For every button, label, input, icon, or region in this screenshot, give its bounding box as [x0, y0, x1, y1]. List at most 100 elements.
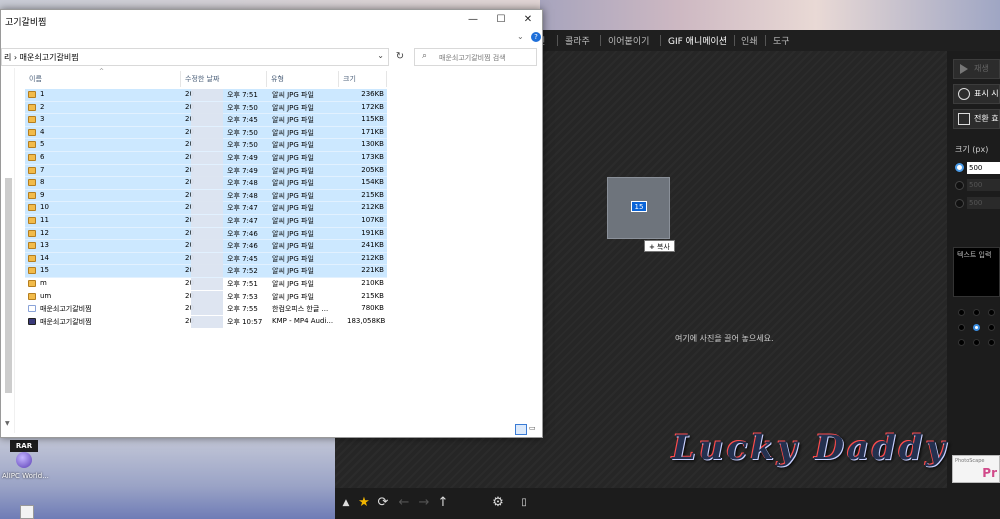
image-file-icon — [28, 91, 36, 98]
file-row[interactable]: 10 20 오후 7:47 알씨 JPG 파일 212KB — [25, 202, 387, 215]
file-row[interactable]: 15 20 오후 7:52 알씨 JPG 파일 221KB — [25, 265, 387, 278]
size-radio-1[interactable] — [955, 163, 964, 172]
file-type: 알씨 JPG 파일 — [272, 279, 314, 288]
search-input[interactable]: ⌕ 매운쇠고기갈비찜 검색 — [414, 48, 537, 66]
file-list: 1 20 오후 7:51 알씨 JPG 파일 236KB 2 20 오후 7:50 알씨 JPG… — [25, 89, 387, 328]
explorer-titlebar[interactable]: 고기갈비찜 — ☐ ✕ — [1, 10, 542, 31]
file-type: 한컴오피스 한글 ... — [272, 305, 329, 314]
timer-icon — [958, 88, 970, 100]
menu-print[interactable]: 인쇄 — [741, 34, 758, 47]
collapse-up-icon[interactable]: ▲ — [337, 494, 355, 512]
file-time: 오후 7:45 — [227, 254, 258, 263]
large-icons-view-icon[interactable]: ▭ — [529, 424, 540, 435]
ribbon-expand-chevron-icon[interactable]: ⌄ — [517, 32, 524, 41]
file-row[interactable]: 6 20 오후 7:49 알씨 JPG 파일 173KB — [25, 151, 387, 165]
close-icon[interactable]: ✕ — [514, 12, 542, 28]
position-dot-bottom-center[interactable] — [973, 339, 980, 346]
file-size: 210KB — [361, 278, 384, 287]
file-row[interactable]: 매운쇠고기갈비찜 20 오후 10:57 KMP - MP4 Audi... 183,0… — [25, 315, 387, 329]
search-icon: ⌕ — [422, 51, 428, 61]
file-row[interactable]: 12 20 오후 7:46 알씨 JPG 파일 191KB — [25, 227, 387, 241]
photoscape-logo-big: Pr — [982, 466, 997, 480]
file-row[interactable]: 13 20 오후 7:46 알씨 JPG 파일 241KB — [25, 240, 387, 253]
nav-scrollbar-thumb[interactable] — [5, 178, 12, 393]
file-row[interactable]: 8 20 오후 7:48 알씨 JPG 파일 154KB — [25, 177, 387, 190]
redacted-date — [191, 202, 223, 215]
text-input-label: 텍스트 입력 — [957, 251, 992, 259]
position-dot-top-left[interactable] — [958, 309, 965, 316]
text-input-area[interactable]: 텍스트 입력 — [953, 247, 1000, 297]
display-time-button[interactable]: 표시 시 — [953, 84, 1000, 104]
position-dot-center[interactable] — [973, 324, 980, 331]
file-row[interactable]: 1 20 오후 7:51 알씨 JPG 파일 236KB — [25, 89, 387, 102]
column-header-name[interactable]: 이름 — [25, 71, 181, 87]
file-row[interactable]: um 20 오후 7:53 알씨 JPG 파일 215KB — [25, 290, 387, 304]
play-label: 재생 — [974, 64, 989, 73]
photoscape-bottom-toolbar: ▲ ★ ⟳ ← → ↑ ⚙ ▯ — [335, 488, 947, 519]
position-dot-middle-left[interactable] — [958, 324, 965, 331]
rar-label: RAR — [10, 440, 38, 452]
minimize-icon[interactable]: — — [459, 12, 487, 28]
position-dot-top-center[interactable] — [973, 309, 980, 316]
maximize-icon[interactable]: ☐ — [487, 12, 515, 28]
alzip-desktop-icon[interactable]: RAR — [10, 440, 38, 468]
panel-toggle-icon[interactable]: ▯ — [515, 494, 533, 512]
file-row[interactable]: 7 20 오후 7:49 알씨 JPG 파일 205KB — [25, 164, 387, 178]
file-row[interactable]: 4 20 오후 7:50 알씨 JPG 파일 171KB — [25, 126, 387, 140]
column-header-date[interactable]: 수정한 날짜 — [181, 71, 267, 87]
dragged-files-thumbnail: 15 — [607, 177, 670, 239]
position-dot-middle-right[interactable] — [988, 324, 995, 331]
favorite-star-icon[interactable]: ★ — [355, 494, 373, 512]
redacted-date — [191, 252, 223, 265]
file-row[interactable]: 2 20 오후 7:50 알씨 JPG 파일 172KB — [25, 101, 387, 115]
file-time: 오후 7:49 — [227, 166, 258, 175]
column-header-size[interactable]: 크기 — [339, 71, 387, 87]
transition-effect-button[interactable]: 전환 효 — [953, 109, 1000, 129]
position-dot-bottom-left[interactable] — [958, 339, 965, 346]
up-arrow-icon[interactable]: ↑ — [434, 494, 452, 512]
details-view-icon[interactable] — [515, 424, 527, 435]
refresh-icon[interactable]: ⟳ — [374, 494, 392, 512]
file-row[interactable]: 14 20 오후 7:45 알씨 JPG 파일 212KB — [25, 252, 387, 266]
size-radio-3[interactable] — [955, 199, 964, 208]
redacted-date — [191, 290, 223, 303]
address-bar[interactable]: 리 › 매운쇠고기갈비찜 ⌄ — [1, 48, 389, 66]
drag-count-badge: 15 — [631, 201, 647, 212]
desktop-file-icon[interactable] — [20, 505, 34, 519]
help-icon[interactable]: ? — [531, 32, 541, 42]
video-file-icon — [28, 317, 36, 325]
file-row[interactable]: 5 20 오후 7:50 알씨 JPG 파일 130KB — [25, 139, 387, 152]
menu-combine[interactable]: 이어붙이기 — [608, 34, 649, 47]
address-dropdown-icon[interactable]: ⌄ — [377, 51, 384, 60]
redacted-date — [191, 315, 223, 328]
file-size: 173KB — [361, 152, 384, 161]
position-dot-bottom-right[interactable] — [988, 339, 995, 346]
menu-collage[interactable]: 콜라주 — [565, 34, 590, 47]
play-button[interactable]: 재생 — [953, 59, 1000, 79]
column-header-type[interactable]: 유형 — [267, 71, 339, 87]
file-row[interactable]: m 20 오후 7:51 알씨 JPG 파일 210KB — [25, 277, 387, 291]
gear-icon[interactable]: ⚙ — [489, 494, 507, 512]
menu-tools[interactable]: 도구 — [773, 34, 790, 47]
file-type: 알씨 JPG 파일 — [272, 267, 314, 276]
file-time: 오후 7:48 — [227, 191, 258, 200]
refresh-icon[interactable]: ↻ — [392, 49, 408, 65]
file-row[interactable]: 매운쇠고기갈비찜 20 오후 7:55 한컴오피스 한글 ... 780KB — [25, 303, 387, 316]
position-dot-top-right[interactable] — [988, 309, 995, 316]
forward-arrow-icon[interactable]: → — [415, 494, 433, 512]
image-file-icon — [28, 128, 36, 136]
menu-gif-animation[interactable]: GIF 애니메이션 — [668, 34, 727, 47]
file-type: 알씨 JPG 파일 — [272, 292, 314, 301]
file-row[interactable]: 11 20 오후 7:47 알씨 JPG 파일 107KB — [25, 214, 387, 228]
file-row[interactable]: 9 20 오후 7:48 알씨 JPG 파일 215KB — [25, 189, 387, 203]
file-name: 15 — [40, 266, 49, 275]
file-row[interactable]: 3 20 오후 7:45 알씨 JPG 파일 115KB — [25, 114, 387, 127]
file-type: 알씨 JPG 파일 — [272, 153, 314, 162]
size-radio-2[interactable] — [955, 181, 964, 190]
gif-options-sidebar: 재생 표시 시 전환 효 크기 (px) 500 500 500 텍스트 입력 — [947, 51, 1000, 519]
file-type: KMP - MP4 Audi... — [272, 316, 334, 325]
size-width-input[interactable]: 500 — [967, 162, 1000, 174]
scroll-down-icon[interactable]: ▼ — [5, 420, 10, 427]
back-arrow-icon[interactable]: ← — [395, 494, 413, 512]
redacted-date — [191, 277, 223, 290]
